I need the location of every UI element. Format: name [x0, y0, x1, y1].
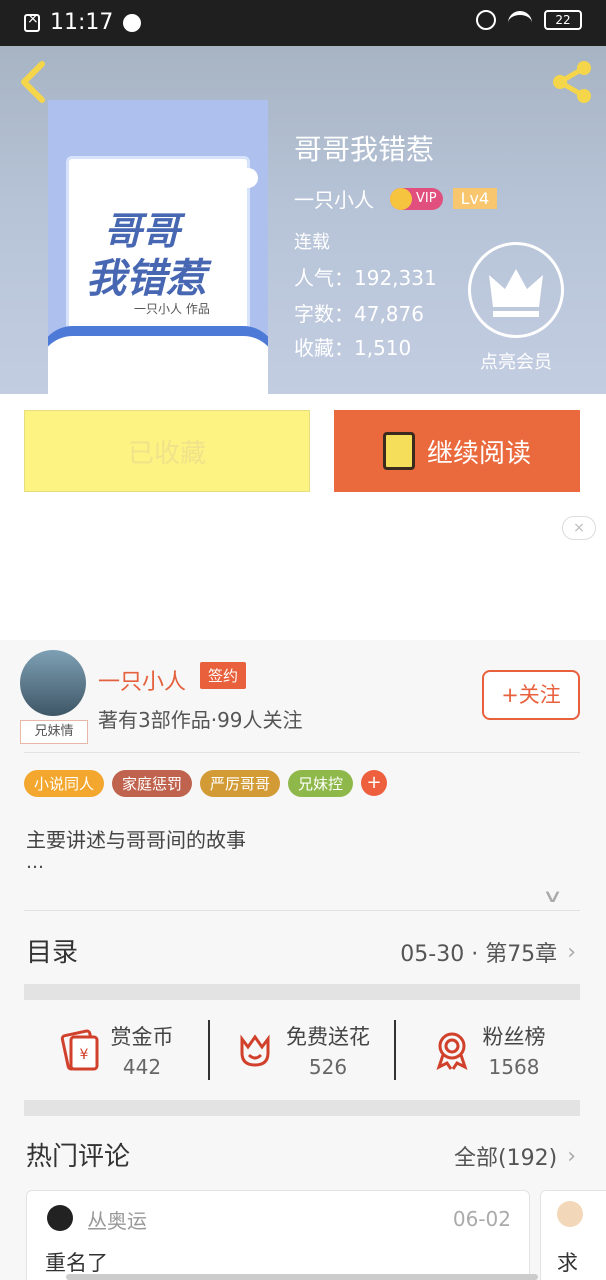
divider [24, 910, 580, 911]
follow-button[interactable]: +关注 [482, 670, 580, 720]
summary-ellipsis: … [26, 852, 44, 873]
status-time: 11:17 [50, 10, 114, 35]
back-icon[interactable] [14, 58, 54, 106]
cover-title-line2: 我错惹 [86, 255, 206, 302]
author-name[interactable]: 一只小人 [98, 664, 186, 696]
tag-item[interactable]: 兄妹控 [288, 770, 354, 797]
hot-comments-title: 热门评论 [26, 1142, 131, 1172]
member-crown-icon [468, 242, 564, 338]
fan-ranking-value: 1568 [488, 1055, 540, 1079]
horizontal-scrollbar[interactable] [66, 1274, 538, 1280]
avatar-badge: 兄妹情 [20, 720, 88, 744]
free-flower-item[interactable]: 免费送花 526 [208, 1020, 394, 1080]
all-comments-label: 全部(192) [454, 1146, 558, 1171]
battery-icon: 22 [544, 10, 582, 30]
flower-icon [240, 1034, 270, 1067]
section-separator [24, 984, 580, 1000]
close-icon[interactable]: × [562, 516, 596, 540]
share-icon[interactable] [548, 58, 596, 106]
book-info: 哥哥我错惹 一只小人 VIP Lv4 连载 人气：192,331 字数：47,8… [294, 128, 498, 360]
comment-text: 求 [557, 1251, 578, 1275]
reward-coins-value: 442 [122, 1055, 162, 1079]
red-envelope-icon: ¥ [60, 1029, 98, 1071]
fan-ranking-label: 粉丝榜 [482, 1025, 546, 1049]
comment-date: 06-02 [452, 1207, 511, 1231]
free-flower-label: 免费送花 [286, 1025, 370, 1049]
cover-bottom-cloud [48, 336, 268, 394]
crown-icon [390, 187, 412, 210]
book-title: 哥哥我错惹 [294, 133, 435, 166]
alarm-icon [476, 10, 496, 30]
stats-row: ¥ 赏金币 442 免费送花 526 粉丝榜 1568 [24, 1000, 580, 1100]
status-bar: 11:17 22 [0, 0, 606, 46]
medal-icon [435, 1032, 468, 1070]
all-comments-link[interactable]: 全部(192) › [454, 1140, 576, 1172]
level-badge: Lv4 [452, 188, 498, 209]
cover-cloud [228, 168, 258, 188]
toc-title[interactable]: 目录 [26, 932, 78, 969]
comment-card[interactable]: 求 [540, 1190, 606, 1280]
tag-list: 小说同人 家庭惩罚 严厉哥哥 兄妹控 + [24, 770, 388, 797]
notification-icon [24, 11, 40, 32]
divider [24, 752, 580, 753]
book-summary: 主要讲述与哥哥间的故事 [26, 828, 246, 852]
reward-coins-label: 赏金币 [110, 1025, 174, 1049]
book-cover[interactable]: 哥哥 我错惹 一只小人 作品 [48, 100, 268, 394]
tag-item[interactable]: 家庭惩罚 [112, 770, 193, 797]
app-indicator-icon [123, 13, 142, 32]
author-row: 一只小人 VIP Lv4 [294, 184, 534, 213]
avatar [557, 1201, 583, 1227]
ad-area: × [0, 510, 606, 640]
vip-label: VIP [416, 191, 437, 206]
comment-card[interactable]: 丛奥运 06-02 重名了 [26, 1190, 530, 1280]
continue-reading-button[interactable]: 继续阅读 [334, 410, 580, 492]
word-count-stat: 字数：47,876 [294, 302, 424, 326]
toc-latest[interactable]: 05-30 · 第75章 › [400, 936, 576, 968]
favorites-stat: 收藏：1,510 [294, 336, 412, 360]
member-label: 点亮会员 [480, 352, 552, 373]
signed-badge: 签约 [200, 662, 247, 689]
tag-more-button[interactable]: + [361, 770, 388, 796]
action-row: 已收藏 继续阅读 [0, 394, 606, 510]
continue-reading-label: 继续阅读 [426, 438, 531, 469]
reward-coins-item[interactable]: ¥ 赏金币 442 [24, 1021, 208, 1079]
fan-ranking-item[interactable]: 粉丝榜 1568 [394, 1020, 580, 1080]
qq-penguin-icon [47, 1205, 73, 1231]
author-meta: 著有3部作品·99人关注 [98, 708, 303, 732]
author-section: 兄妹情 一只小人 签约 著有3部作品·99人关注 +关注 小说同人 家庭惩罚 严… [0, 640, 606, 1280]
collected-button[interactable]: 已收藏 [24, 410, 310, 492]
chevron-right-icon: › [567, 939, 576, 965]
comment-user: 丛奥运 [87, 1209, 147, 1233]
tag-item[interactable]: 严厉哥哥 [200, 770, 281, 797]
comment-text: 重名了 [45, 1251, 108, 1275]
cover-author: 一只小人 作品 [134, 302, 210, 316]
vip-badge: VIP [390, 187, 443, 210]
section-separator [24, 1100, 580, 1116]
chevron-right-icon: › [567, 1143, 576, 1169]
wifi-icon [508, 11, 532, 29]
member-button[interactable]: 点亮会员 [468, 242, 564, 374]
book-header: 哥哥 我错惹 一只小人 作品 哥哥我错惹 一只小人 VIP Lv4 连载 人气：… [0, 46, 606, 394]
tag-item[interactable]: 小说同人 [24, 770, 105, 797]
book-icon [382, 432, 415, 470]
avatar[interactable] [20, 650, 86, 716]
book-author[interactable]: 一只小人 [294, 184, 374, 213]
free-flower-value: 526 [308, 1055, 348, 1079]
svg-text:¥: ¥ [79, 1047, 88, 1063]
chevron-down-icon[interactable]: ∨ [542, 886, 563, 907]
popularity-stat: 人气：192,331 [294, 266, 437, 290]
book-status: 连载 [294, 232, 330, 253]
toc-latest-label: 05-30 · 第75章 [400, 942, 558, 967]
